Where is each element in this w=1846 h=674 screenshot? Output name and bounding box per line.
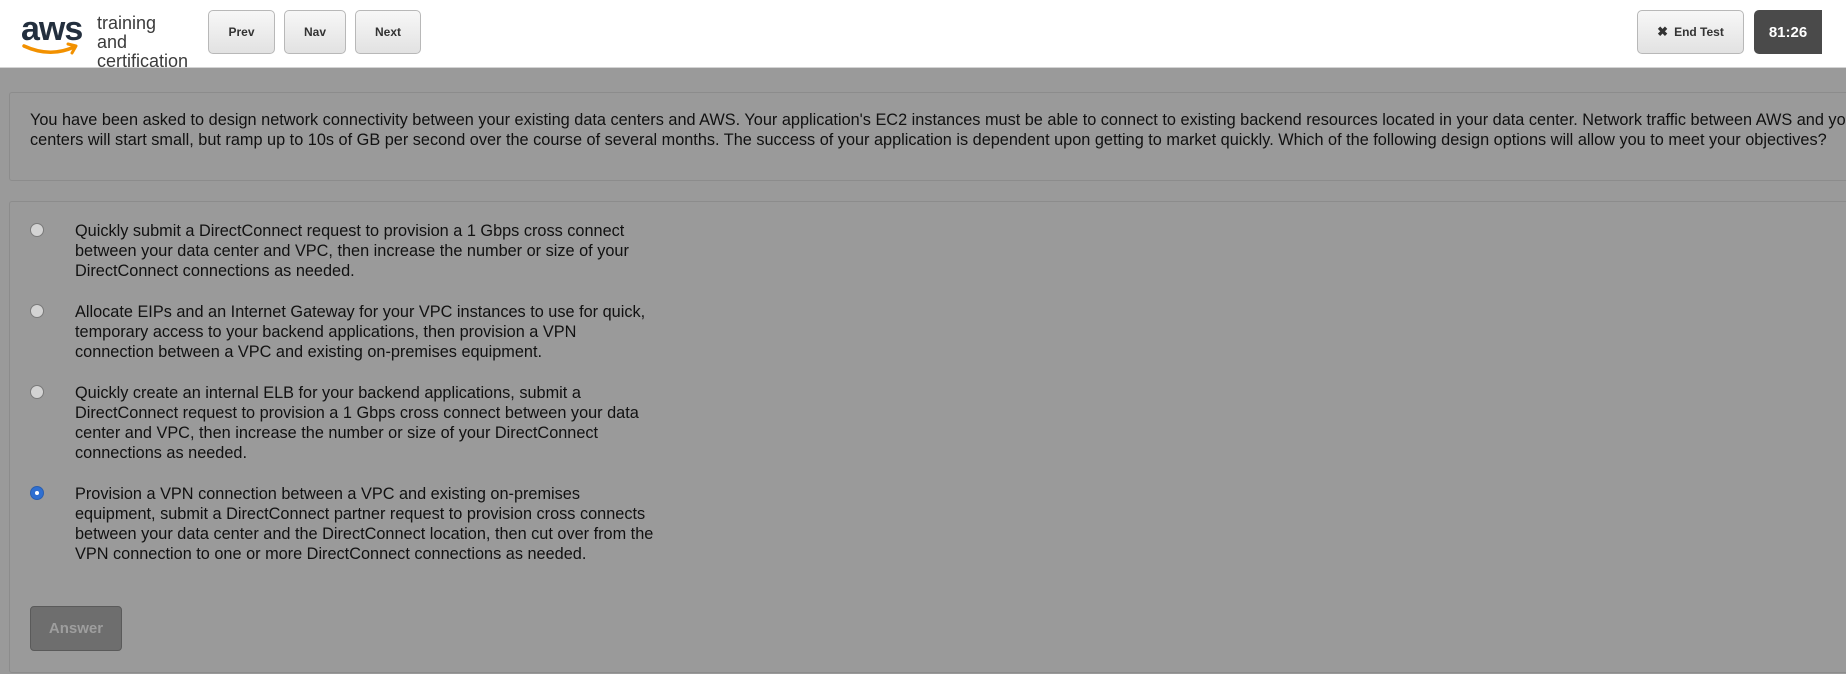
answers-panel: Quickly submit a DirectConnect request t… [9, 201, 1846, 673]
top-bar: aws training and certification Prev Nav … [0, 0, 1846, 71]
close-icon: ✖ [1657, 24, 1669, 39]
answer-button[interactable]: Answer [30, 606, 122, 651]
radio-button[interactable] [30, 304, 44, 318]
question-text: You have been asked to design network co… [30, 111, 1846, 149]
end-test-button[interactable]: ✖ End Test [1637, 10, 1744, 54]
question-panel: You have been asked to design network co… [9, 92, 1846, 181]
prev-button[interactable]: Prev [208, 10, 275, 54]
logo-subtitle: training and certification [97, 14, 191, 71]
logo-subtitle-line2: certification [97, 51, 189, 71]
answer-option-text: Quickly create an internal ELB for your … [75, 384, 639, 462]
logo-subtitle-line1: training and [97, 13, 157, 52]
radio-button-selected[interactable] [30, 486, 44, 500]
answer-option-text: Quickly submit a DirectConnect request t… [75, 222, 629, 280]
answer-option-text: Allocate EIPs and an Internet Gateway fo… [75, 303, 646, 361]
radio-button[interactable] [30, 385, 44, 399]
timer: 81:26 [1754, 10, 1822, 54]
next-button[interactable]: Next [355, 10, 421, 54]
aws-training-logo: aws training and certification [21, 10, 191, 71]
aws-smile-icon [22, 42, 78, 55]
answer-option-text: Provision a VPN connection between a VPC… [75, 485, 654, 563]
end-test-label: End Test [1674, 25, 1724, 39]
radio-button[interactable] [30, 223, 44, 237]
nav-button[interactable]: Nav [284, 10, 346, 54]
